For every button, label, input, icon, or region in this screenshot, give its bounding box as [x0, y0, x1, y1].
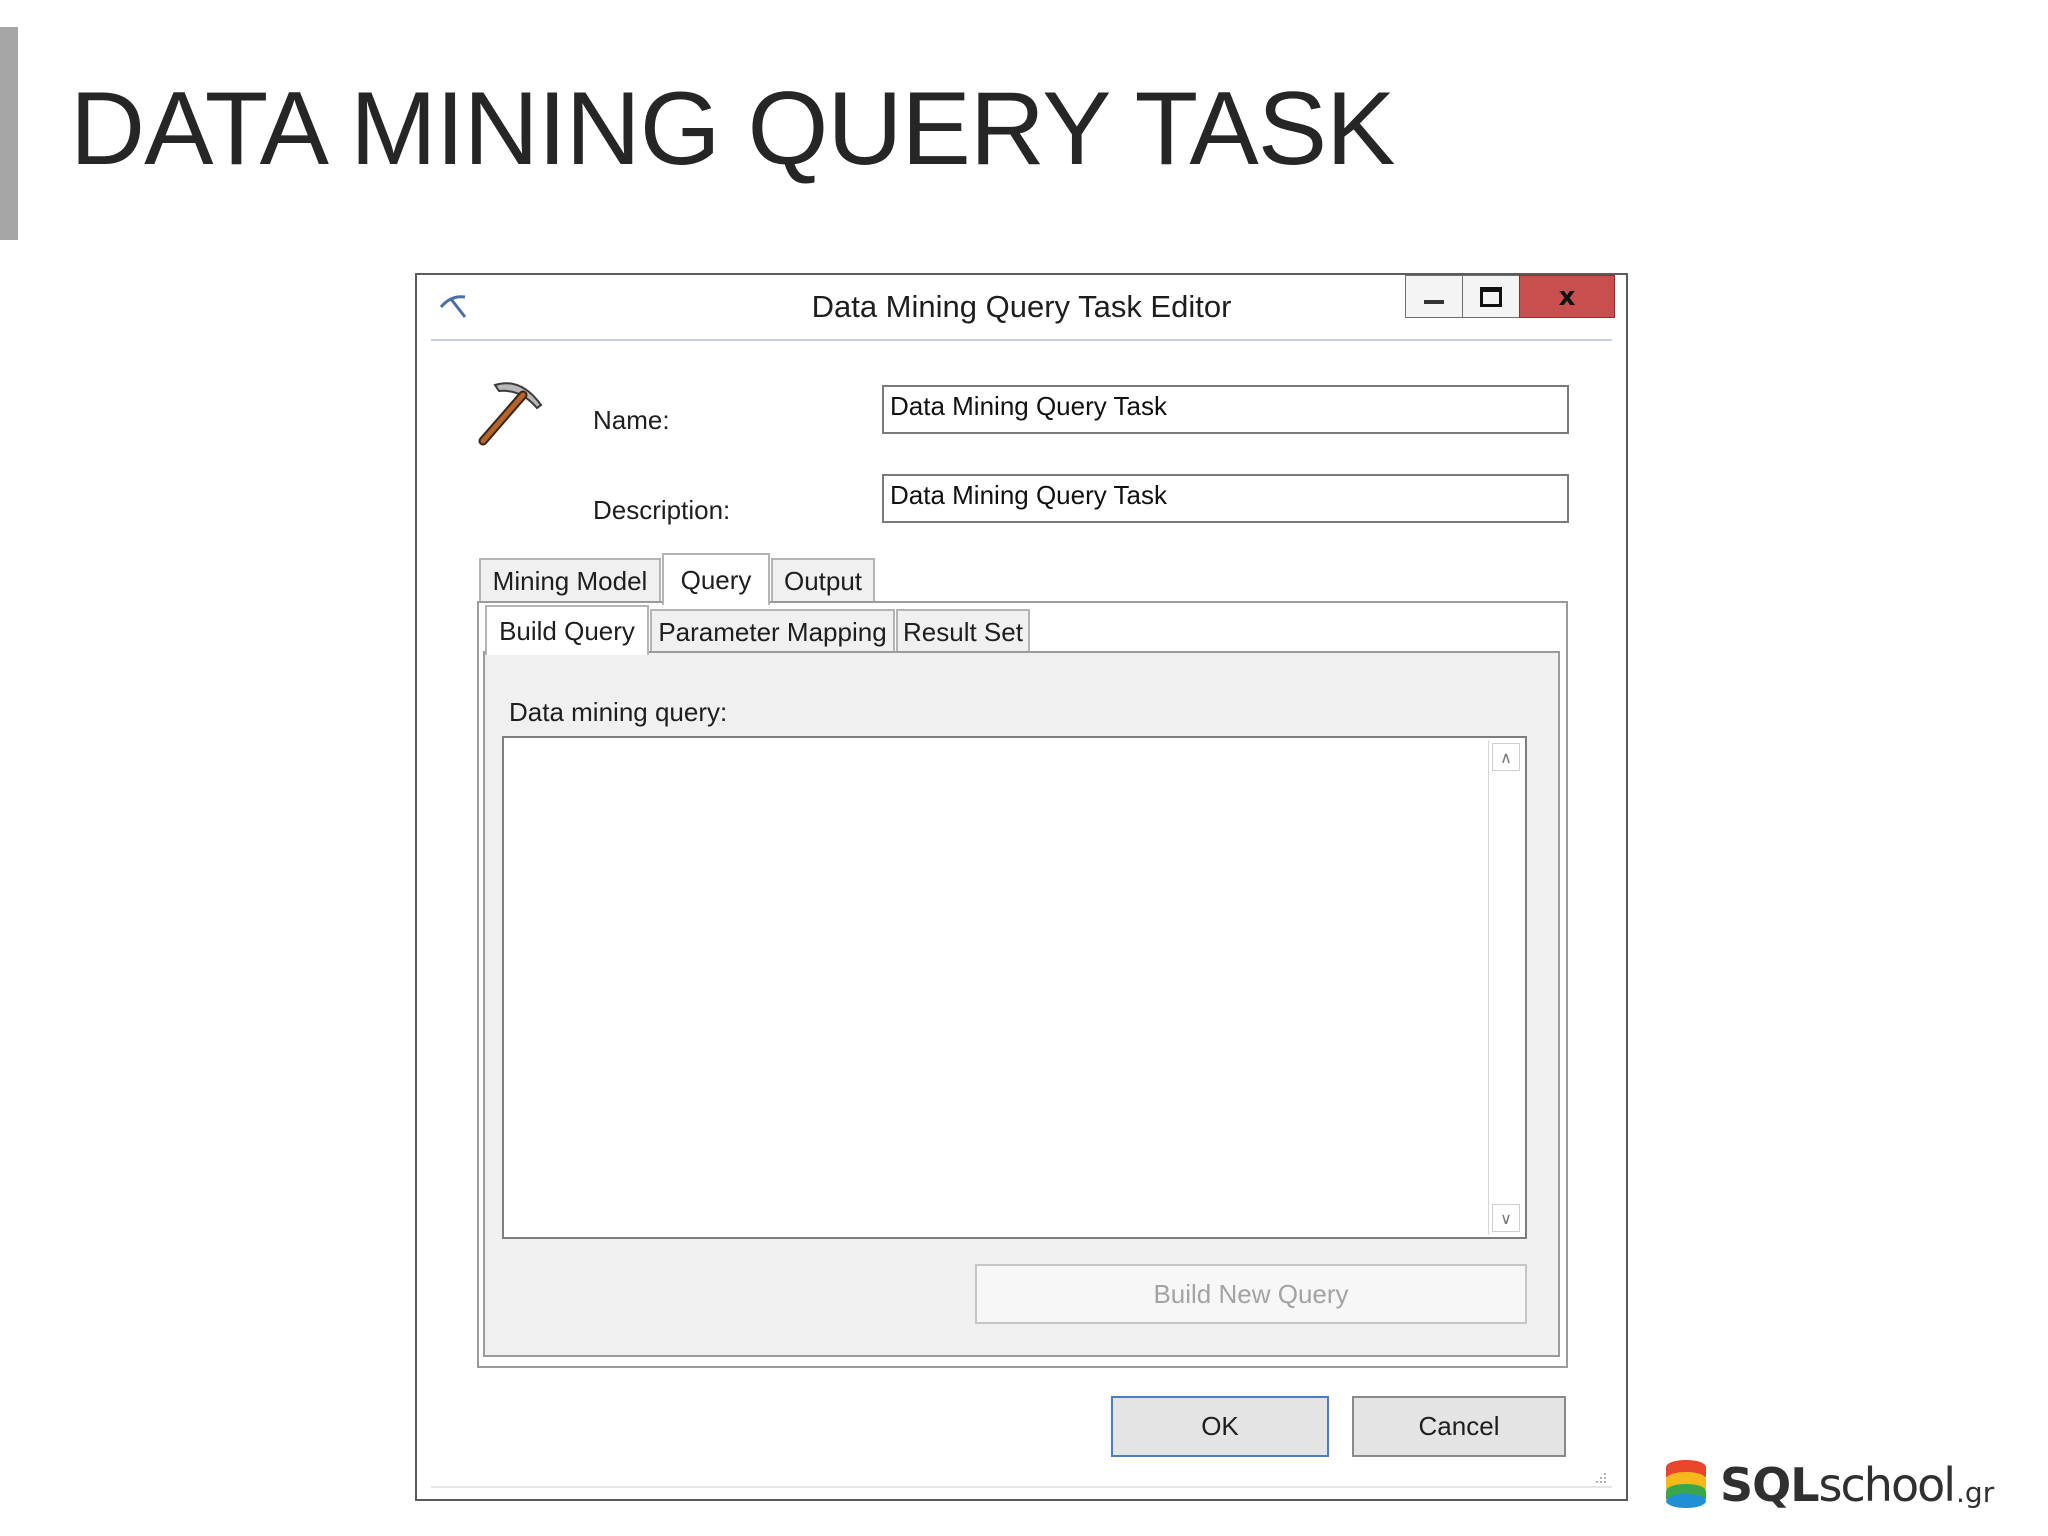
tab-parameter-mapping[interactable]: Parameter Mapping [650, 609, 895, 653]
description-input[interactable]: Data Mining Query Task [882, 474, 1569, 523]
cancel-button[interactable]: Cancel [1352, 1396, 1566, 1457]
description-label: Description: [593, 495, 731, 525]
name-label: Name: [593, 405, 670, 435]
minimize-button[interactable] [1405, 275, 1463, 318]
logo-sql-text: SQL [1720, 1458, 1820, 1512]
data-mining-query-label: Data mining query: [509, 697, 728, 727]
ok-button[interactable]: OK [1111, 1396, 1329, 1457]
data-mining-query-task-editor-dialog: Data Mining Query Task Editor x Name: Da… [415, 273, 1628, 1501]
window-controls: x [1405, 275, 1615, 319]
status-separator [431, 1486, 1612, 1488]
pickaxe-icon [478, 382, 543, 446]
resize-grip-icon[interactable] [1594, 1471, 1608, 1485]
maximize-button[interactable] [1462, 275, 1520, 318]
close-icon: x [1558, 281, 1576, 312]
scroll-down-icon[interactable]: ∨ [1492, 1204, 1520, 1232]
name-input[interactable]: Data Mining Query Task [882, 385, 1569, 434]
build-new-query-button[interactable]: Build New Query [975, 1264, 1527, 1324]
logo-school-text: school [1818, 1458, 1956, 1512]
title-separator [431, 339, 1612, 341]
sqlschool-logo: SQL school .gr [1664, 1455, 1994, 1515]
tab-mining-model[interactable]: Mining Model [479, 558, 661, 603]
slide-title: DATA MINING QUERY TASK [70, 71, 1396, 187]
slide-accent-bar [0, 27, 18, 240]
minimize-icon [1424, 299, 1444, 304]
database-stack-icon [1666, 1460, 1706, 1508]
tab-build-query[interactable]: Build Query [485, 605, 649, 655]
tab-query[interactable]: Query [662, 553, 770, 605]
title-bar[interactable]: Data Mining Query Task Editor x [417, 275, 1626, 339]
query-vertical-scrollbar[interactable]: ∧ ∨ [1488, 740, 1523, 1235]
logo-tld-text: .gr [1956, 1475, 1995, 1509]
close-button[interactable]: x [1519, 275, 1615, 318]
data-mining-query-textarea[interactable]: ∧ ∨ [502, 736, 1527, 1239]
tab-output[interactable]: Output [771, 558, 875, 603]
scroll-up-icon[interactable]: ∧ [1492, 743, 1520, 771]
tab-result-set[interactable]: Result Set [896, 609, 1030, 653]
maximize-icon [1480, 286, 1502, 307]
